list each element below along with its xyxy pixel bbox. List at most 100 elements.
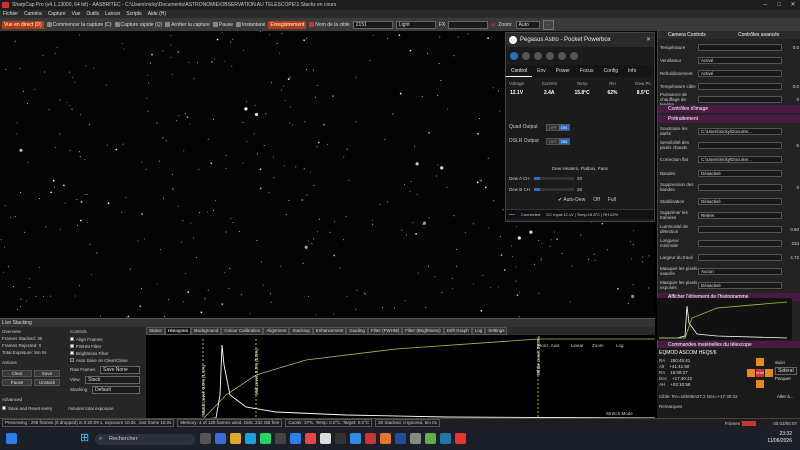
stretch-histogram[interactable] bbox=[657, 298, 792, 340]
goto-button[interactable]: Aller à... bbox=[777, 394, 794, 399]
app-icon-teal[interactable] bbox=[440, 433, 451, 444]
tab-alignment[interactable]: Alignment bbox=[263, 327, 290, 335]
tab-guiding[interactable]: Guiding bbox=[346, 327, 368, 335]
control-value[interactable] bbox=[698, 82, 782, 90]
info-icon[interactable] bbox=[570, 52, 578, 60]
close-icon[interactable]: ✕ bbox=[646, 33, 651, 47]
power-icon[interactable] bbox=[522, 52, 530, 60]
control-value[interactable]: C:\Users\nicky\Docume... bbox=[698, 155, 782, 163]
control-number[interactable]: 4.72 bbox=[785, 255, 799, 260]
menu-scripts[interactable]: Scripts bbox=[123, 10, 144, 18]
battery-icon[interactable] bbox=[558, 52, 566, 60]
reticle-icon[interactable]: ⊕ bbox=[491, 22, 495, 28]
unstack-button[interactable]: Unstack bbox=[34, 379, 60, 386]
dew-a-slider[interactable] bbox=[534, 176, 574, 180]
sharpcap-icon[interactable] bbox=[365, 433, 376, 444]
menu-fichier[interactable]: Fichier bbox=[0, 10, 21, 18]
widgets-icon[interactable] bbox=[6, 433, 17, 444]
control-value[interactable]: C:\Users\nicky\Docume... bbox=[698, 127, 782, 135]
menu-outils[interactable]: Outils bbox=[83, 10, 102, 18]
camera-controls-header[interactable]: Camera Controls Contrôles avancés bbox=[658, 31, 800, 39]
start-capture-button[interactable]: Commencer la capture (C) bbox=[46, 22, 112, 28]
tab-env[interactable]: Env bbox=[532, 65, 551, 77]
stop-button[interactable]: STOP bbox=[756, 369, 764, 377]
tab-status[interactable]: Status bbox=[146, 327, 165, 335]
chrome-icon[interactable] bbox=[320, 433, 331, 444]
maximize-icon[interactable]: □ bbox=[772, 0, 786, 10]
video-icon[interactable] bbox=[215, 433, 226, 444]
control-value[interactable] bbox=[698, 253, 782, 261]
control-value[interactable]: Désactivé bbox=[698, 169, 782, 177]
snapshot-button[interactable]: Instantané bbox=[236, 22, 265, 28]
control-value[interactable] bbox=[698, 183, 782, 191]
tab-histogram[interactable]: Histogram bbox=[164, 327, 192, 335]
save-reset-checkbox[interactable] bbox=[2, 406, 6, 410]
menu-vue[interactable]: Vue bbox=[69, 10, 84, 18]
app-icon-blue[interactable] bbox=[350, 433, 361, 444]
app-icon-red2[interactable] bbox=[455, 433, 466, 444]
control-number[interactable]: 0 bbox=[785, 97, 799, 102]
control-value[interactable]: Retirer bbox=[698, 211, 782, 219]
quad-output-toggle[interactable]: OFF ON bbox=[546, 123, 570, 131]
frame-type-select[interactable]: Light bbox=[395, 20, 436, 29]
west-arrow-icon[interactable] bbox=[747, 369, 755, 377]
control-value[interactable] bbox=[698, 95, 782, 103]
north-arrow-icon[interactable] bbox=[756, 358, 764, 366]
tab-log[interactable]: Log bbox=[471, 327, 486, 335]
park-button[interactable]: Parquer bbox=[775, 376, 791, 381]
control-number[interactable]: 0.0 bbox=[785, 84, 799, 89]
zoom-select[interactable]: Auto bbox=[515, 20, 540, 29]
control-number[interactable]: 0.0 bbox=[785, 45, 799, 50]
pause-button[interactable]: Pause bbox=[2, 379, 32, 386]
stack-histogram[interactable]: Black Level: 0.0% (1.4%) Mid Level: 5.5%… bbox=[146, 335, 655, 419]
control-value[interactable] bbox=[698, 239, 782, 247]
tab-focus[interactable]: Focus bbox=[575, 65, 599, 77]
rocket-icon[interactable] bbox=[510, 52, 518, 60]
auto-dew-checkbox[interactable]: ✔ Auto-Dew bbox=[558, 197, 585, 203]
control-value[interactable]: Désactivé bbox=[698, 197, 782, 205]
advanced-controls-toggle[interactable]: Contrôles avancés bbox=[738, 31, 779, 39]
zoom-checkbox[interactable]: Zoom bbox=[592, 343, 604, 348]
control-number[interactable]: 0 bbox=[785, 185, 799, 190]
save-reset-row[interactable]: Save and Reset every minutes total exposu… bbox=[2, 405, 114, 411]
menu-aide[interactable]: Aide (H) bbox=[145, 10, 169, 18]
live-view-button[interactable]: Vue en direct (D) bbox=[2, 20, 44, 29]
tab-background[interactable]: Background bbox=[191, 327, 222, 335]
image-controls-header[interactable]: Contrôles d'image bbox=[658, 105, 800, 113]
tab-control[interactable]: Control bbox=[506, 65, 533, 77]
raw-frames-select[interactable]: Save None bbox=[100, 366, 140, 374]
close-icon[interactable]: ✕ bbox=[786, 0, 800, 10]
tab-settings[interactable]: Settings bbox=[485, 327, 508, 335]
pause-button[interactable]: Pause bbox=[212, 22, 233, 28]
tab-filter-brightness[interactable]: Filter (Brightness) bbox=[402, 327, 444, 335]
start-icon[interactable]: ⊞ bbox=[80, 433, 91, 444]
control-value[interactable] bbox=[698, 225, 782, 233]
control-number[interactable]: 0.60 bbox=[785, 227, 799, 232]
quick-capture-button[interactable]: Capture rapide (Q) bbox=[114, 22, 162, 28]
east-arrow-icon[interactable] bbox=[765, 369, 773, 377]
fwhm-filter-checkbox[interactable]: FWHM Filter bbox=[70, 343, 101, 349]
store-icon[interactable] bbox=[290, 433, 301, 444]
control-number[interactable]: 234 bbox=[785, 241, 799, 246]
fit-icon[interactable]: ⇔ bbox=[542, 19, 554, 30]
control-value[interactable] bbox=[698, 141, 782, 149]
control-value[interactable]: Aucun bbox=[698, 267, 782, 275]
folder-icon[interactable] bbox=[230, 433, 241, 444]
tab-stacking[interactable]: Stacking bbox=[289, 327, 313, 335]
mail-icon[interactable] bbox=[275, 433, 286, 444]
record-button[interactable]: Enregistrement bbox=[268, 20, 307, 29]
dew-full-button[interactable]: Full bbox=[608, 197, 616, 203]
menu-camera[interactable]: Caméra bbox=[21, 10, 45, 18]
app-icon-orange[interactable] bbox=[380, 433, 391, 444]
tab-power[interactable]: Power bbox=[551, 65, 575, 77]
tab-enhancement[interactable]: Enhancement bbox=[312, 327, 347, 335]
app-icon-dark[interactable] bbox=[335, 433, 346, 444]
minimize-icon[interactable]: – bbox=[758, 0, 772, 10]
save-button[interactable]: Save bbox=[34, 370, 60, 377]
south-arrow-icon[interactable] bbox=[756, 380, 764, 388]
stacking-select[interactable]: Default bbox=[92, 386, 140, 394]
app-icon-red[interactable] bbox=[305, 433, 316, 444]
tab-filter-fwhm[interactable]: Filter (FWHM) bbox=[367, 327, 403, 335]
dew-off-button[interactable]: Off bbox=[593, 197, 600, 203]
control-value[interactable] bbox=[698, 43, 782, 51]
